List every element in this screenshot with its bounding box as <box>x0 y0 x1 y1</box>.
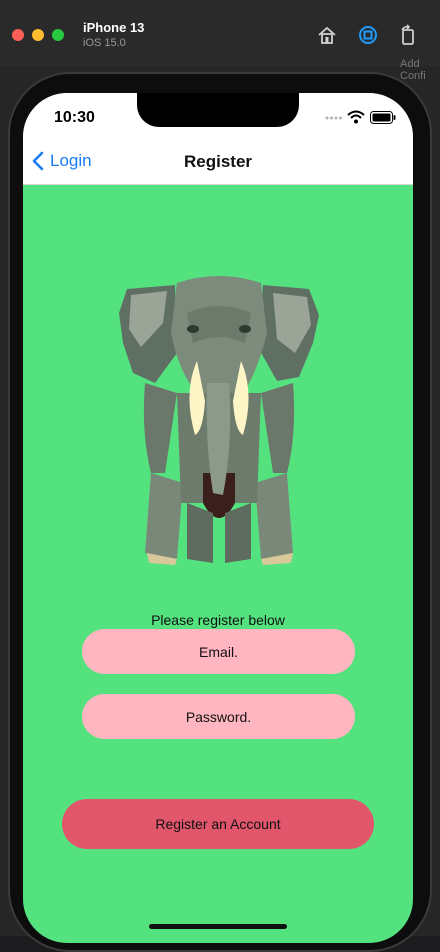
simulator-titlebar: iPhone 13 iOS 15.0 <box>0 0 440 66</box>
navigation-bar: Login Register <box>23 141 413 185</box>
wifi-icon <box>347 110 365 124</box>
email-field[interactable]: Email. <box>82 629 355 674</box>
signal-dots-icon <box>325 116 342 120</box>
register-prompt: Please register below <box>151 612 285 628</box>
zoom-window-button[interactable] <box>52 29 64 41</box>
status-time: 10:30 <box>54 109 95 126</box>
register-account-button[interactable]: Register an Account <box>62 799 374 849</box>
minimize-window-button[interactable] <box>32 29 44 41</box>
battery-icon <box>370 111 396 124</box>
simulator-os-version: iOS 15.0 <box>83 37 126 49</box>
screenshot-icon[interactable] <box>357 24 379 46</box>
xcode-background-hint-text: Add Confi <box>400 58 426 82</box>
rotate-icon[interactable] <box>397 24 419 46</box>
home-indicator[interactable] <box>149 924 287 929</box>
close-window-button[interactable] <box>12 29 24 41</box>
notch <box>137 93 299 127</box>
simulator-device-name: iPhone 13 <box>83 20 145 35</box>
status-bar: 10:30 <box>23 93 413 141</box>
password-field[interactable]: Password. <box>82 694 355 739</box>
app-screen: 10:30 Login Register Please register bel… <box>23 93 413 943</box>
elephant-illustration <box>119 276 319 565</box>
home-icon[interactable] <box>316 24 338 46</box>
page-title: Register <box>183 152 253 171</box>
